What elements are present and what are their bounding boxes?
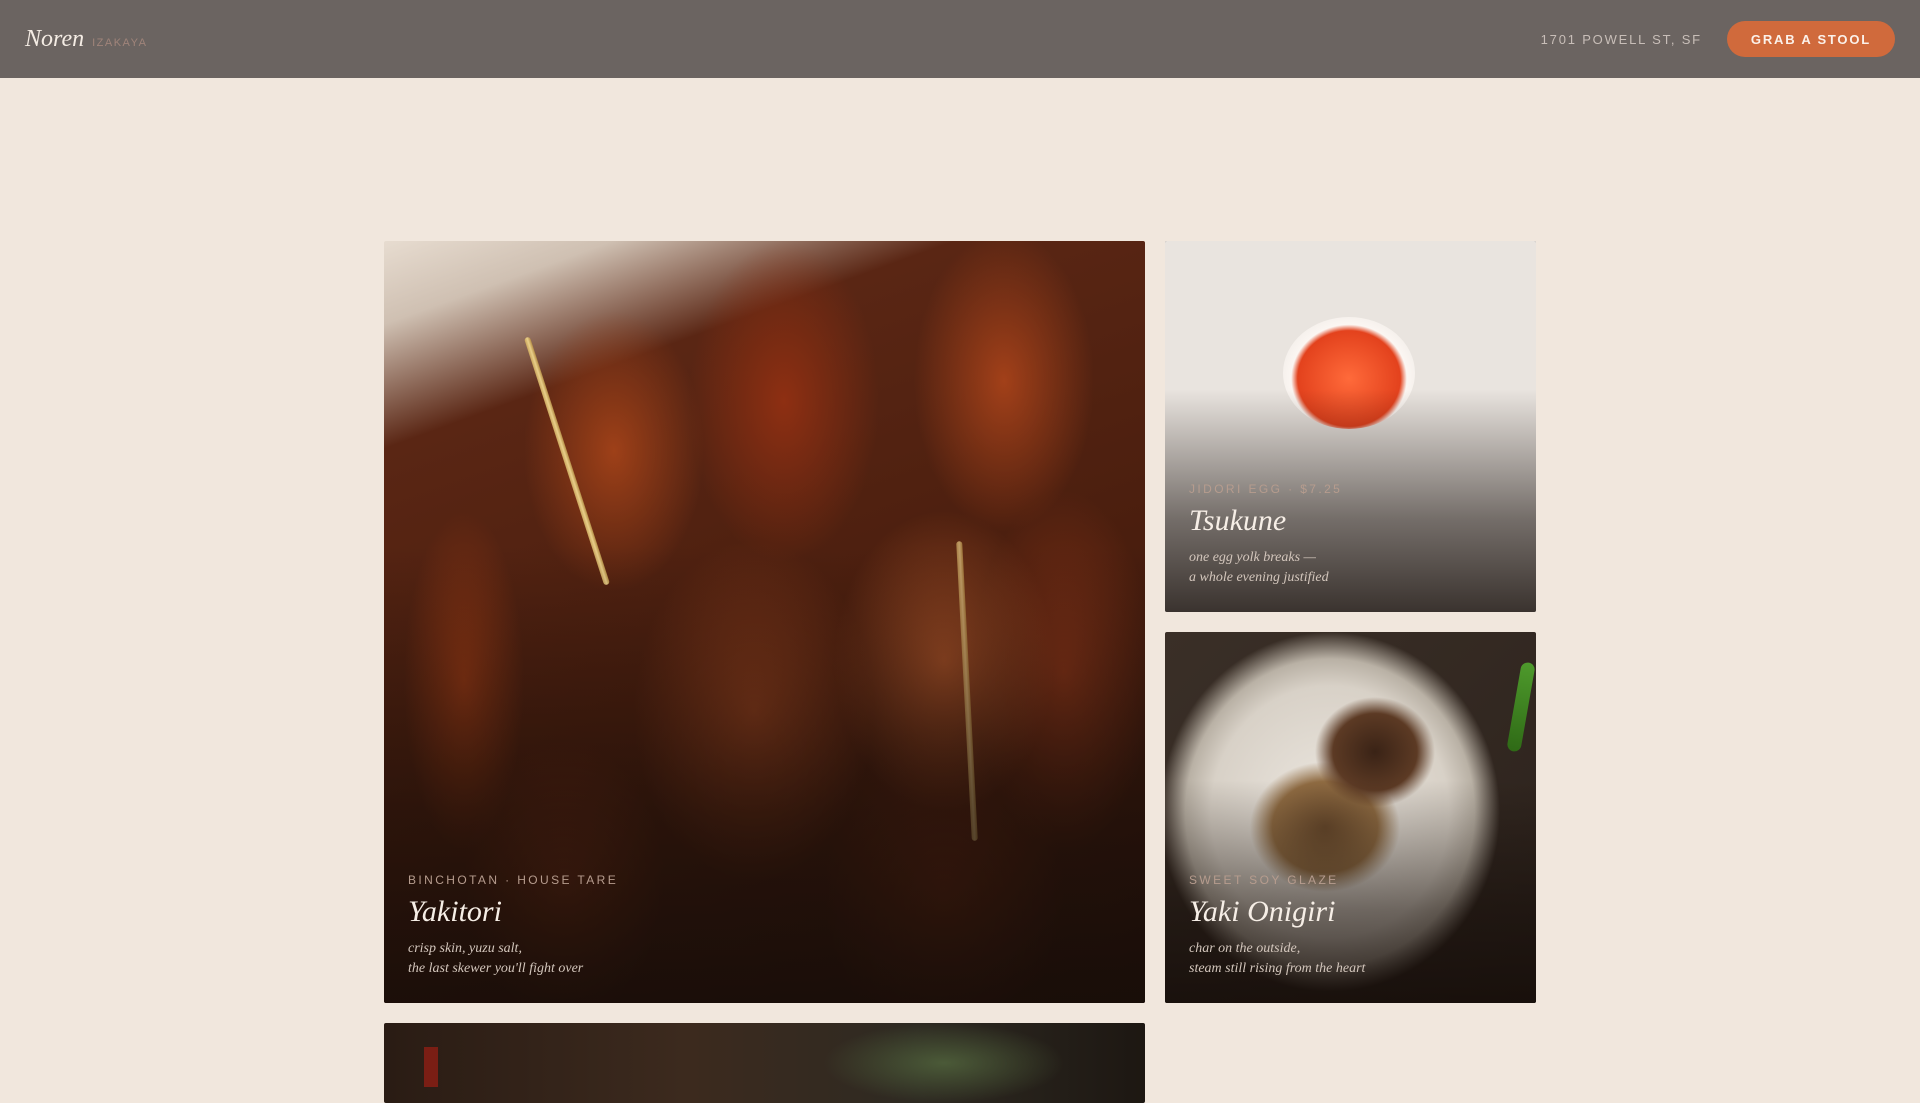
dish-description-line: crisp skin, yuzu salt, [408, 941, 522, 956]
dish-description-line: steam still rising from the heart [1189, 961, 1366, 976]
dish-name: Tsukune [1189, 503, 1287, 537]
dish-kicker: BINCHOTAN · HOUSE TARE [408, 872, 619, 887]
card-caption: JIDORI EGG · $7.25 Tsukune one egg yolk … [1189, 482, 1512, 589]
dish-description-line: char on the outside, [1189, 941, 1301, 956]
dish-kicker: JIDORI EGG · $7.25 [1189, 481, 1343, 496]
dish-description-line: the last skewer you'll fight over [408, 961, 584, 976]
brand-name: Noren [25, 25, 85, 52]
dish-description-line: one egg yolk breaks — [1189, 550, 1316, 565]
next-dish-photo [384, 1023, 1145, 1103]
dish-description: char on the outside, steam still rising … [1189, 939, 1512, 979]
card-caption: SWEET SOY GLAZE Yaki Onigiri char on the… [1189, 873, 1512, 980]
menu-card-next[interactable] [384, 1023, 1145, 1103]
dish-kicker: SWEET SOY GLAZE [1189, 872, 1339, 887]
dish-description-line: a whole evening justified [1189, 570, 1329, 585]
brand-logo[interactable]: Noren IZAKAYA [25, 26, 147, 53]
dish-description: crisp skin, yuzu salt, the last skewer y… [408, 939, 1121, 979]
address-text: 1701 POWELL ST, SF [1540, 31, 1702, 47]
dish-name: Yaki Onigiri [1189, 894, 1336, 928]
brand-subtitle: IZAKAYA [92, 36, 148, 49]
menu-card-tsukune[interactable]: JIDORI EGG · $7.25 Tsukune one egg yolk … [1165, 241, 1536, 612]
card-caption: BINCHOTAN · HOUSE TARE Yakitori crisp sk… [408, 873, 1121, 980]
menu-card-yaki-onigiri[interactable]: SWEET SOY GLAZE Yaki Onigiri char on the… [1165, 632, 1536, 1003]
dish-name: Yakitori [408, 894, 502, 928]
top-nav: Noren IZAKAYA 1701 POWELL ST, SF GRAB A … [0, 0, 1920, 78]
menu-card-yakitori[interactable]: BINCHOTAN · HOUSE TARE Yakitori crisp sk… [384, 241, 1145, 1003]
nav-actions: 1701 POWELL ST, SF GRAB A STOOL [1541, 21, 1895, 57]
grab-a-stool-button[interactable]: GRAB A STOOL [1726, 21, 1895, 57]
dish-description: one egg yolk breaks — a whole evening ju… [1189, 548, 1512, 588]
photo-detail [424, 1047, 438, 1087]
